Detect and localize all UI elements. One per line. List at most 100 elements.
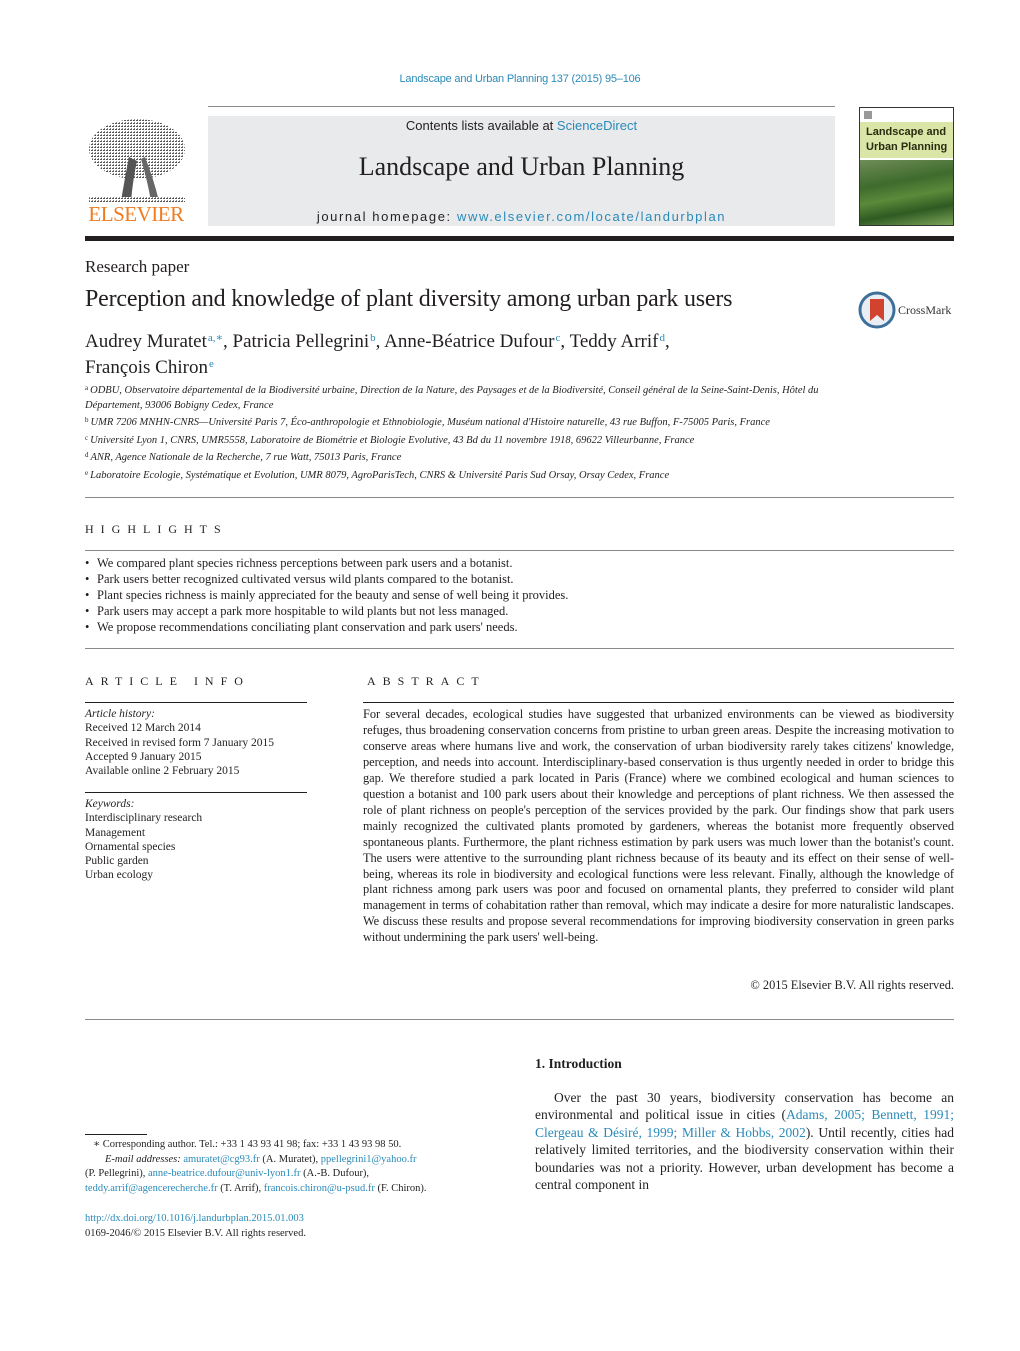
author-name[interactable]: Teddy Arrif xyxy=(570,331,659,352)
affiliation: d ANR, Agence Nationale de la Recherche, … xyxy=(85,448,825,466)
highlights-rule xyxy=(85,550,954,551)
elsevier-logo[interactable]: ELSEVIER xyxy=(85,117,187,227)
footnote-rule xyxy=(85,1134,147,1135)
email-owner: (A. Muratet), xyxy=(259,1153,321,1165)
crossmark-badge[interactable]: CrossMark xyxy=(858,291,958,331)
journal-homepage: journal homepage: www.elsevier.com/locat… xyxy=(208,209,835,224)
author-name[interactable]: Anne-Béatrice Dufour xyxy=(384,331,554,352)
highlight-item: Park users better recognized cultivated … xyxy=(85,571,568,587)
affiliation-key: a xyxy=(85,384,89,392)
highlight-item: Plant species richness is mainly appreci… xyxy=(85,587,568,603)
email-addresses: E-mail addresses: amuratet@cg93.fr (A. M… xyxy=(85,1153,505,1197)
author-separator: , xyxy=(560,331,570,352)
contents-prefix: Contents lists available at xyxy=(405,118,557,133)
journal-masthead: Contents lists available at ScienceDirec… xyxy=(208,116,835,226)
affiliation: b UMR 7206 MNHN-CNRS—Université Paris 7, … xyxy=(85,413,825,431)
author-name[interactable]: Patricia Pellegrini xyxy=(233,331,370,352)
journal-reference[interactable]: Landscape and Urban Planning 137 (2015) … xyxy=(0,73,1020,85)
affiliation-text: Université Lyon 1, CNRS, UMR5558, Labora… xyxy=(90,434,695,446)
history-item: Available online 2 February 2015 xyxy=(85,765,240,778)
author[interactable]: François Chirone xyxy=(85,357,214,378)
keyword: Ornamental species xyxy=(85,840,176,853)
affiliation-text: UMR 7206 MNHN-CNRS—Université Paris 7, É… xyxy=(90,417,770,429)
author-separator: , xyxy=(375,331,385,352)
abstract-heading: ABSTRACT xyxy=(367,674,486,688)
author-name[interactable]: Audrey Muratet xyxy=(85,331,207,352)
journal-name: Landscape and Urban Planning xyxy=(358,152,685,181)
cover-title-line: Landscape and xyxy=(866,126,947,138)
issn-copyright: 0169-2046/© 2015 Elsevier B.V. All right… xyxy=(85,1227,306,1239)
journal-cover-thumbnail[interactable]: Landscape and Urban Planning xyxy=(859,107,954,226)
corresponding-author-note: ∗ Corresponding author. Tel.: +33 1 43 9… xyxy=(93,1139,402,1150)
introduction-body: Over the past 30 years, biodiversity con… xyxy=(535,1089,954,1193)
sciencedirect-link[interactable]: ScienceDirect xyxy=(557,118,637,133)
homepage-prefix: journal homepage: xyxy=(316,209,457,224)
highlights-heading: HIGHLIGHTS xyxy=(85,522,228,536)
author-affiliation-mark[interactable]: a,∗ xyxy=(208,332,223,344)
footnotes: ∗ Corresponding author. Tel.: +33 1 43 9… xyxy=(85,1138,505,1196)
affiliation-text: Laboratoire Ecologie, Systématique et Ev… xyxy=(90,469,670,481)
highlight-item: We compared plant species richness perce… xyxy=(85,555,568,571)
author[interactable]: Patricia Pellegrinib xyxy=(233,331,376,352)
author-affiliation-mark[interactable]: e xyxy=(209,358,214,370)
article-info-heading: ARTICLE INFO xyxy=(85,674,250,688)
email-link[interactable]: ppellegrini1@yahoo.fr xyxy=(321,1154,417,1165)
cover-title-line: Urban Planning xyxy=(866,141,948,153)
keywords: Keywords: Interdisciplinary research Man… xyxy=(85,797,307,883)
email-owner: (A.-B. Dufour), xyxy=(300,1168,370,1180)
abstract-text: For several decades, ecological studies … xyxy=(363,707,954,945)
history-item: Received 12 March 2014 xyxy=(85,722,201,735)
email-link[interactable]: teddy.arrif@agencerecherche.fr xyxy=(85,1183,218,1194)
author[interactable]: Teddy Arrifd xyxy=(570,331,665,352)
affiliation-key: b xyxy=(85,416,89,425)
highlights-bottom-rule xyxy=(85,648,954,649)
author[interactable]: Anne-Béatrice Dufourc xyxy=(384,331,560,352)
journal-reference-link[interactable]: Landscape and Urban Planning 137 (2015) … xyxy=(400,73,641,85)
front-matter-rule xyxy=(85,1019,954,1020)
keywords-label: Keywords: xyxy=(85,798,135,810)
history-item: Accepted 9 January 2015 xyxy=(85,750,202,763)
keywords-rule xyxy=(85,792,307,793)
top-rule xyxy=(208,106,835,107)
doi-link[interactable]: http://dx.doi.org/10.1016/j.landurbplan.… xyxy=(85,1213,304,1224)
author[interactable]: Audrey Murateta,∗ xyxy=(85,331,223,352)
email-owner: (P. Pellegrini), xyxy=(85,1168,148,1180)
email-label: E-mail addresses: xyxy=(105,1153,181,1165)
cover-title: Landscape and Urban Planning xyxy=(866,125,947,155)
keyword: Interdisciplinary research xyxy=(85,812,203,825)
elsevier-wordmark: ELSEVIER xyxy=(88,202,184,226)
author-separator: , xyxy=(664,331,670,352)
author-name[interactable]: François Chiron xyxy=(85,357,208,378)
introduction-heading: 1. Introduction xyxy=(535,1056,622,1071)
author-list: Audrey Murateta,∗, Patricia Pellegrinib,… xyxy=(85,327,845,379)
abstract-copyright: © 2015 Elsevier B.V. All rights reserved… xyxy=(750,978,954,992)
introduction-paragraph: Over the past 30 years, biodiversity con… xyxy=(535,1089,954,1193)
abstract-rule xyxy=(363,702,954,703)
cover-landscape-photo xyxy=(860,160,953,225)
email-owner: (T. Arrif), xyxy=(217,1182,264,1194)
tree-icon xyxy=(89,119,185,203)
article-info-rule xyxy=(85,702,307,703)
affiliation-text: ODBU, Observatoire départemental de la B… xyxy=(85,385,819,411)
email-link[interactable]: anne-beatrice.dufour@univ-lyon1.fr xyxy=(148,1168,301,1179)
article-title: Perception and knowledge of plant divers… xyxy=(85,286,733,312)
highlight-item: We propose recommendations conciliating … xyxy=(85,619,568,635)
crossmark-label: CrossMark xyxy=(898,303,952,317)
affiliation-text: ANR, Agence Nationale de la Recherche, 7… xyxy=(90,452,402,464)
homepage-link[interactable]: www.elsevier.com/locate/landurbplan xyxy=(457,209,726,224)
article-history: Article history: Received 12 March 2014 … xyxy=(85,707,307,778)
article-history-label: Article history: xyxy=(85,708,155,720)
author-separator: , xyxy=(223,331,233,352)
affiliation: e Laboratoire Ecologie, Systématique et E… xyxy=(85,466,825,484)
crossmark-icon xyxy=(858,291,896,329)
cover-publisher-mark xyxy=(864,111,872,119)
email-link[interactable]: francois.chiron@u-psud.fr xyxy=(264,1183,375,1194)
keyword: Management xyxy=(85,826,146,839)
highlight-item: Park users may accept a park more hospit… xyxy=(85,603,568,619)
email-owner: (F. Chiron). xyxy=(374,1182,427,1194)
keyword: Urban ecology xyxy=(85,869,154,882)
history-item: Received in revised form 7 January 2015 xyxy=(85,736,275,749)
email-link[interactable]: amuratet@cg93.fr xyxy=(183,1154,259,1165)
affiliations: a ODBU, Observatoire départemental de la … xyxy=(85,381,825,484)
header-thick-rule xyxy=(85,236,954,241)
